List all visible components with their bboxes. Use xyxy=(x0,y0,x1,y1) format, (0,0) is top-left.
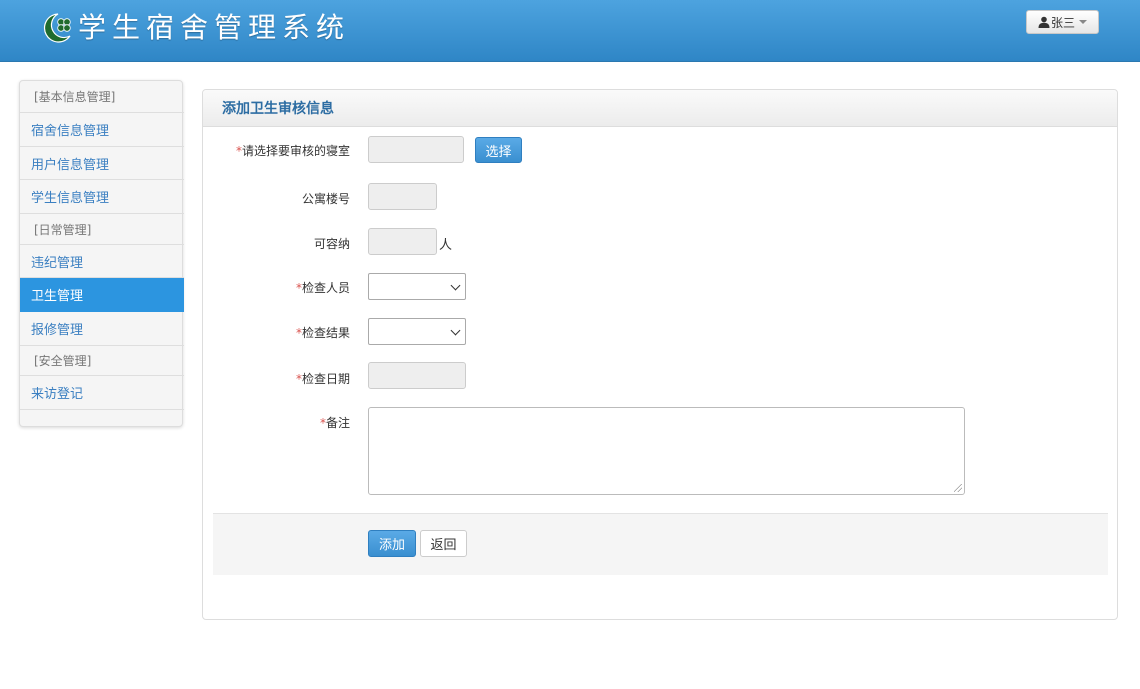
capacity-field[interactable] xyxy=(368,228,437,255)
app-title: 学生宿舍管理系统 xyxy=(78,11,351,44)
sidebar-item-hygiene[interactable]: 卫生管理 xyxy=(20,278,184,312)
sidebar-item-visitor[interactable]: 来访登记 xyxy=(20,376,184,410)
panel-title: 添加卫生审核信息 xyxy=(222,101,334,117)
building-field[interactable] xyxy=(368,183,437,210)
remark-textarea[interactable] xyxy=(368,407,965,495)
clover-logo-icon xyxy=(36,8,76,48)
sidebar-group-security: [安全管理] xyxy=(20,346,184,376)
chevron-down-icon xyxy=(450,325,461,336)
resize-grip-icon[interactable] xyxy=(954,484,962,492)
inspector-select[interactable] xyxy=(368,273,466,300)
sidebar-item-discipline[interactable]: 违纪管理 xyxy=(20,245,184,278)
sidebar-item-user-info[interactable]: 用户信息管理 xyxy=(20,147,184,180)
inspector-label: *检查人员 xyxy=(223,279,350,296)
user-name: 张三 xyxy=(1050,15,1075,30)
sidebar: [基本信息管理] 宿舍信息管理 用户信息管理 学生信息管理 [日常管理] 违纪管… xyxy=(19,80,184,427)
dorm-label: *请选择要审核的寝室 xyxy=(223,142,350,159)
sidebar-group-daily: [日常管理] xyxy=(20,214,184,245)
add-button[interactable]: 添加 xyxy=(368,530,416,557)
back-button[interactable]: 返回 xyxy=(420,530,467,557)
user-icon xyxy=(1038,16,1050,28)
building-label: 公寓楼号 xyxy=(301,192,350,206)
main-panel: 添加卫生审核信息 *请选择要审核的寝室 选择 公寓楼号 可容纳 人 *检查人员 … xyxy=(202,89,1118,620)
inspector-label-text: 检查人员 xyxy=(301,281,350,295)
capacity-unit: 人 xyxy=(439,238,453,253)
sidebar-item-dorm-info[interactable]: 宿舍信息管理 xyxy=(20,113,184,147)
form-actions: 添加 返回 xyxy=(213,513,1108,575)
dorm-field[interactable] xyxy=(368,136,464,163)
result-label-text: 检查结果 xyxy=(301,326,350,340)
date-label: *检查日期 xyxy=(223,370,350,387)
sidebar-item-student-info[interactable]: 学生信息管理 xyxy=(20,180,184,214)
remark-label: *备注 xyxy=(223,414,350,431)
sidebar-item-repair[interactable]: 报修管理 xyxy=(20,312,184,346)
top-header: 学生宿舍管理系统 张三 xyxy=(0,0,1140,62)
result-select[interactable] xyxy=(368,318,466,345)
date-field[interactable] xyxy=(368,362,466,389)
sidebar-group-basic: [基本信息管理] xyxy=(20,81,184,113)
date-label-text: 检查日期 xyxy=(301,372,350,386)
chevron-down-icon xyxy=(450,280,461,291)
dorm-label-text: 请选择要审核的寝室 xyxy=(241,144,350,158)
chevron-down-icon xyxy=(1079,20,1087,24)
result-label: *检查结果 xyxy=(223,324,350,341)
capacity-label: 可容纳 xyxy=(313,237,350,251)
panel-header: 添加卫生审核信息 xyxy=(203,90,1117,127)
logo: 学生宿舍管理系统 xyxy=(36,8,350,48)
user-menu-button[interactable]: 张三 xyxy=(1026,10,1099,34)
remark-label-text: 备注 xyxy=(325,416,350,430)
select-dorm-button[interactable]: 选择 xyxy=(475,137,522,163)
